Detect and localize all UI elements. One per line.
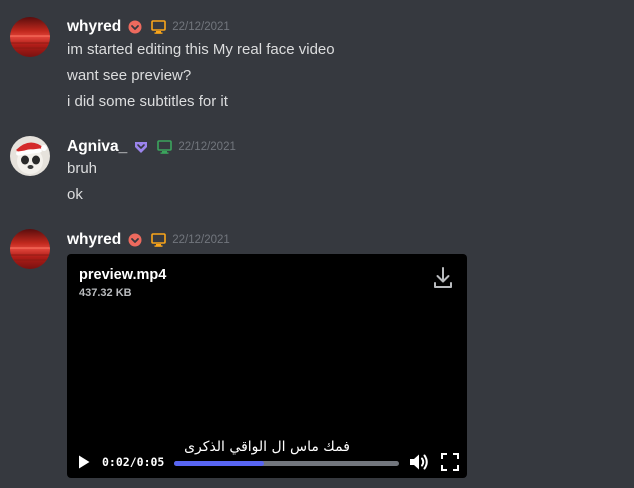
red-sea-avatar-icon: [10, 229, 50, 269]
progress-fill: [174, 461, 264, 466]
duration: 0:05: [136, 455, 165, 469]
username[interactable]: whyred: [67, 231, 121, 249]
desktop-icon: [151, 233, 167, 247]
video-attachment[interactable]: preview.mp4 437.32 KB فمك ماس ال الواقي …: [67, 254, 467, 478]
avatar-agniva[interactable]: [10, 136, 50, 176]
desktop-icon: [157, 140, 173, 154]
message-line: want see preview?: [67, 67, 192, 84]
message-line: ok: [67, 186, 83, 203]
username[interactable]: whyred: [67, 18, 121, 36]
message-header: Agniva_ 22/12/2021: [67, 137, 236, 157]
username[interactable]: Agniva_: [67, 138, 127, 156]
nitro-boost-badge-icon[interactable]: [128, 20, 142, 34]
message-line: im started editing this My real face vid…: [67, 41, 335, 58]
santa-hat-avatar-icon: [10, 136, 50, 176]
message-line: bruh: [67, 160, 98, 177]
fullscreen-icon[interactable]: [441, 453, 459, 471]
play-icon[interactable]: [77, 454, 91, 470]
chat-messages: whyred 22/12/2021 im started editing thi…: [0, 0, 634, 488]
file-size: 437.32 KB: [79, 287, 132, 299]
timestamp: 22/12/2021: [172, 21, 230, 33]
file-name[interactable]: preview.mp4: [79, 267, 166, 283]
time-separator: /: [129, 455, 137, 469]
desktop-icon: [151, 20, 167, 34]
timestamp: 22/12/2021: [178, 141, 236, 153]
message-header: whyred 22/12/2021: [67, 17, 230, 37]
avatar-whyred[interactable]: [10, 229, 50, 269]
timestamp: 22/12/2021: [172, 234, 230, 246]
message-line: i did some subtitles for it: [67, 93, 228, 110]
volume-icon[interactable]: [408, 452, 430, 472]
progress-bar[interactable]: [174, 461, 399, 466]
nitro-boost-badge-icon[interactable]: [128, 233, 142, 247]
download-icon[interactable]: [433, 266, 453, 290]
avatar-whyred[interactable]: [10, 17, 50, 57]
message-header: whyred 22/12/2021: [67, 230, 230, 250]
video-controls: 0:02/0:05: [67, 446, 467, 478]
shield-badge-icon[interactable]: [134, 140, 148, 154]
video-time: 0:02/0:05: [102, 455, 164, 469]
current-time: 0:02: [102, 455, 130, 469]
red-sea-avatar-icon: [10, 17, 50, 57]
